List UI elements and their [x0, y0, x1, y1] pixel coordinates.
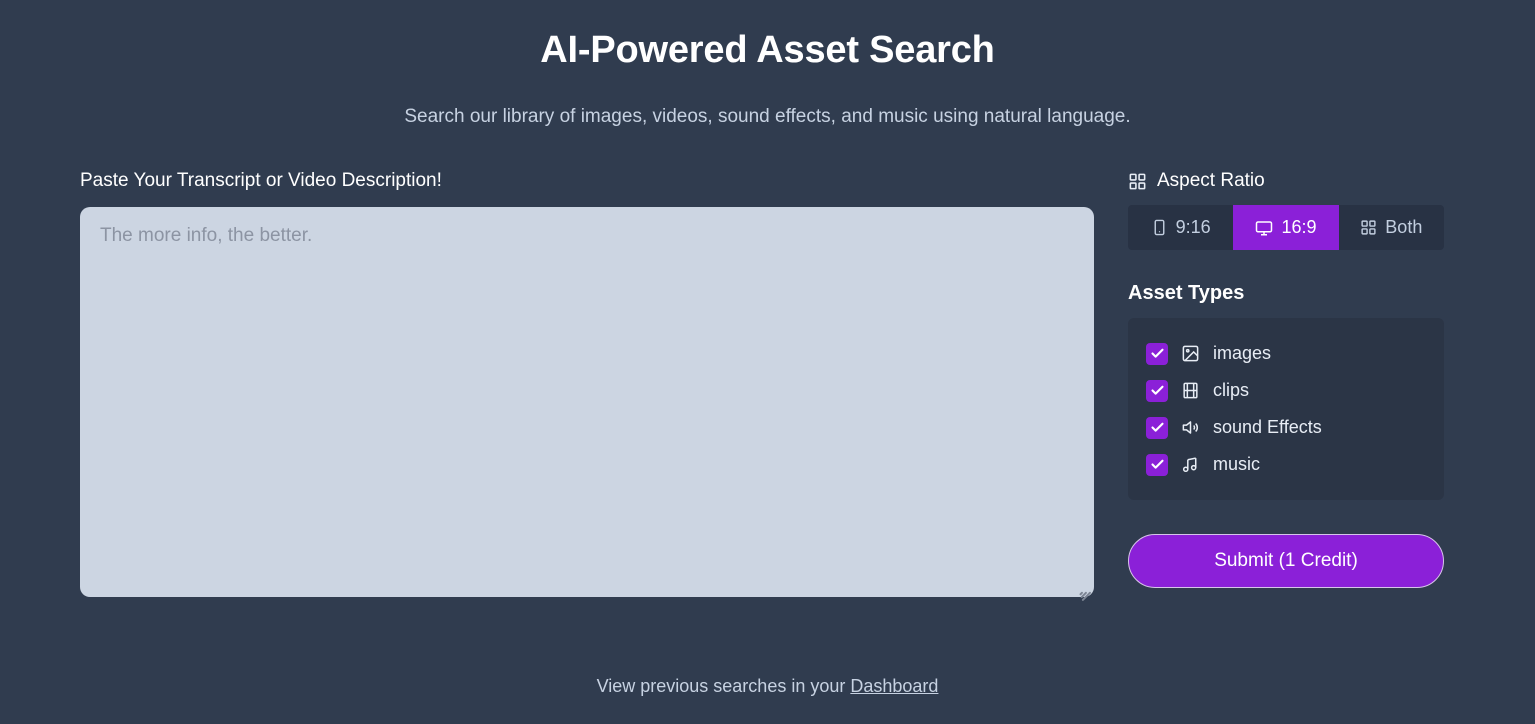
aspect-ratio-heading: Aspect Ratio: [1128, 170, 1444, 192]
checkbox-sound-effects[interactable]: [1146, 416, 1168, 439]
aspect-ratio-option-9-16[interactable]: 9:16: [1128, 205, 1233, 250]
aspect-ratio-option-label: 9:16: [1175, 217, 1211, 237]
checkbox-images[interactable]: [1146, 342, 1168, 365]
page-subtitle: Search our library of images, videos, so…: [404, 105, 1131, 127]
checkbox-clips[interactable]: [1146, 379, 1168, 402]
asset-type-label: images: [1213, 343, 1272, 363]
options-column: Aspect Ratio 9:16 16:9 Both Asset Types …: [1128, 170, 1444, 588]
aspect-ratio-option-both[interactable]: Both: [1339, 205, 1444, 250]
submit-button[interactable]: Submit (1 Credit): [1128, 534, 1444, 588]
aspect-ratio-option-label: 16:9: [1281, 217, 1317, 237]
footer-text: View previous searches in your: [596, 676, 851, 696]
asset-type-row-images[interactable]: images: [1128, 335, 1444, 372]
asset-type-label: clips: [1213, 380, 1250, 400]
checkbox-music[interactable]: [1146, 453, 1168, 476]
speaker-icon: [1181, 418, 1200, 437]
music-note-icon: [1181, 455, 1200, 474]
asset-types-heading: Asset Types: [1128, 282, 1245, 304]
transcript-label: Paste Your Transcript or Video Descripti…: [80, 170, 442, 191]
film-icon: [1181, 381, 1200, 400]
asset-types-panel: images clips sound Effects music: [1128, 318, 1444, 500]
aspect-ratio-option-label: Both: [1385, 217, 1423, 237]
transcript-column: Paste Your Transcript or Video Descripti…: [80, 170, 1094, 602]
aspect-ratio-segmented-control: 9:16 16:9 Both: [1128, 205, 1444, 250]
asset-type-row-clips[interactable]: clips: [1128, 372, 1444, 409]
grid-icon: [1360, 219, 1377, 236]
image-icon: [1181, 344, 1200, 363]
aspect-ratio-heading-label: Aspect Ratio: [1157, 170, 1265, 191]
asset-type-label: sound Effects: [1213, 417, 1322, 437]
monitor-icon: [1255, 219, 1273, 237]
page-title: AI-Powered Asset Search: [540, 29, 995, 71]
asset-type-row-music[interactable]: music: [1128, 446, 1444, 483]
grid-icon: [1128, 172, 1147, 191]
asset-type-label: music: [1213, 454, 1261, 474]
transcript-input[interactable]: [80, 206, 1094, 597]
asset-type-row-sound-effects[interactable]: sound Effects: [1128, 409, 1444, 446]
page-header: AI-Powered Asset Search Search our libra…: [0, 0, 1535, 128]
app-root: AI-Powered Asset Search Search our libra…: [0, 0, 1535, 724]
aspect-ratio-option-16-9[interactable]: 16:9: [1233, 205, 1339, 250]
main-content: Paste Your Transcript or Video Descripti…: [80, 170, 1444, 602]
smartphone-icon: [1151, 219, 1168, 236]
dashboard-link[interactable]: Dashboard: [850, 676, 938, 696]
transcript-wrapper: [80, 206, 1094, 602]
footer: View previous searches in your Dashboard: [0, 676, 1535, 697]
